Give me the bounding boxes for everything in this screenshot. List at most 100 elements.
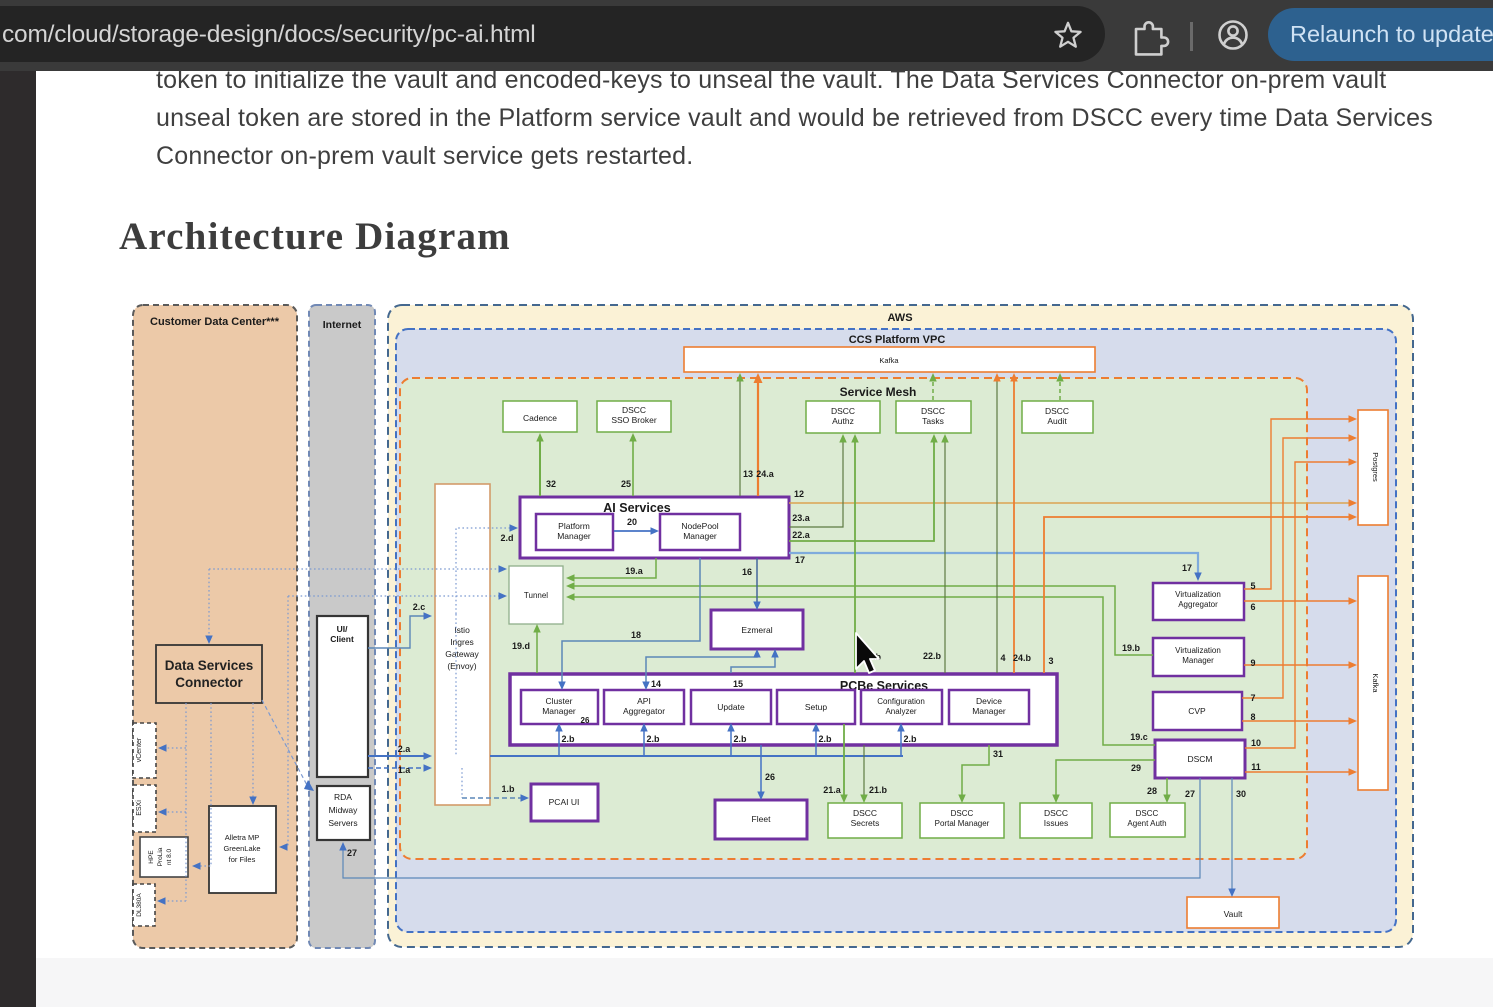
svg-text:2.c: 2.c [413,602,426,612]
svg-text:Manager: Manager [557,531,591,541]
svg-text:Midway: Midway [329,805,359,815]
svg-text:Setup: Setup [805,702,827,712]
svg-text:1.b: 1.b [501,784,515,794]
svg-text:21.b: 21.b [869,785,888,795]
svg-text:DSCC: DSCC [831,406,855,416]
svg-text:ProLia: ProLia [157,847,164,866]
svg-text:Kafka: Kafka [879,356,899,365]
svg-text:Cluster: Cluster [546,696,573,706]
svg-text:2.b: 2.b [903,734,917,744]
svg-text:DSCC: DSCC [1045,406,1069,416]
svg-text:31: 31 [993,749,1003,759]
svg-text:22.a: 22.a [792,530,811,540]
svg-text:16: 16 [742,567,752,577]
svg-text:Istio: Istio [454,625,470,635]
svg-text:Internet: Internet [323,319,362,331]
svg-text:DL380A: DL380A [136,893,143,917]
svg-text:11: 11 [1251,762,1261,772]
svg-text:1.a: 1.a [398,765,412,775]
svg-text:Ingres: Ingres [450,637,474,647]
svg-text:NodePool: NodePool [681,521,718,531]
svg-text:Audit: Audit [1047,416,1067,426]
svg-text:AWS: AWS [887,312,912,324]
svg-text:Virtualization: Virtualization [1175,590,1221,599]
svg-text:for Files: for Files [229,855,256,864]
svg-text:19.c: 19.c [1130,732,1148,742]
svg-text:17: 17 [795,555,805,565]
svg-text:DSCC: DSCC [951,809,974,818]
svg-text:Update: Update [717,702,745,712]
svg-text:(Envoy): (Envoy) [447,661,476,671]
svg-text:DSCC: DSCC [1044,808,1068,818]
svg-text:17: 17 [1182,563,1192,573]
svg-text:3: 3 [1048,656,1053,666]
svg-text:Servers: Servers [328,818,357,828]
svg-text:23.a: 23.a [792,513,811,523]
svg-text:Aggregator: Aggregator [623,706,665,716]
svg-text:2.b: 2.b [561,734,575,744]
svg-text:28: 28 [1147,786,1157,796]
svg-text:GreenLake: GreenLake [223,844,260,853]
svg-text:22.b: 22.b [923,651,942,661]
svg-text:DSCC: DSCC [853,808,877,818]
svg-text:25: 25 [621,479,631,489]
svg-text:Tasks: Tasks [922,416,944,426]
svg-text:Issues: Issues [1044,818,1069,828]
svg-text:18: 18 [631,630,641,640]
svg-text:Authz: Authz [832,416,854,426]
svg-text:Client: Client [330,634,354,644]
svg-text:Virtualization: Virtualization [1175,646,1221,655]
svg-text:Analyzer: Analyzer [885,707,916,716]
svg-text:2.a: 2.a [398,744,412,754]
svg-text:5: 5 [1250,581,1255,591]
svg-text:2.d: 2.d [500,533,513,543]
svg-text:Customer Data Center***: Customer Data Center*** [150,316,280,328]
svg-text:14: 14 [651,679,661,689]
svg-text:6: 6 [1250,602,1255,612]
svg-text:HPE: HPE [148,850,155,864]
svg-text:Connector: Connector [175,675,243,690]
svg-text:29: 29 [1131,763,1141,773]
svg-text:2.b: 2.b [646,734,660,744]
svg-text:Vault: Vault [1224,909,1243,919]
svg-text:12: 12 [794,489,804,499]
svg-text:15: 15 [733,679,743,689]
svg-text:PCAI UI: PCAI UI [549,797,580,807]
svg-text:Cadence: Cadence [523,413,557,423]
svg-text:7: 7 [1250,693,1255,703]
svg-text:8: 8 [1250,712,1255,722]
svg-text:Aggregator: Aggregator [1178,600,1218,609]
svg-text:32: 32 [546,479,556,489]
svg-text:Agent Auth: Agent Auth [1127,819,1166,828]
svg-text:Alletra MP: Alletra MP [225,833,260,842]
svg-text:DSCC: DSCC [622,405,646,415]
svg-text:Manager: Manager [683,531,717,541]
svg-text:DSCC: DSCC [921,406,945,416]
svg-text:24.a: 24.a [756,469,775,479]
svg-text:Manager: Manager [542,706,576,716]
svg-text:ESXi: ESXi [136,800,143,816]
svg-text:Secrets: Secrets [851,818,880,828]
svg-text:24.b: 24.b [1013,653,1032,663]
svg-text:13: 13 [743,469,753,479]
svg-text:Tunnel: Tunnel [524,591,548,600]
svg-text:4: 4 [1000,653,1005,663]
svg-text:Postgres: Postgres [1371,452,1380,482]
svg-text:vCenter: vCenter [136,737,143,762]
svg-text:Ezmeral: Ezmeral [741,625,772,635]
svg-text:API: API [637,696,651,706]
svg-text:2.b: 2.b [818,734,832,744]
svg-text:Platform: Platform [558,521,590,531]
svg-text:Kafka: Kafka [1371,673,1380,693]
svg-text:Service Mesh: Service Mesh [840,385,917,399]
svg-text:10: 10 [1251,738,1261,748]
svg-text:nt 8.0: nt 8.0 [166,848,173,865]
svg-text:19.b: 19.b [1122,643,1141,653]
svg-text:UI/: UI/ [337,624,349,634]
svg-text:21.a: 21.a [823,785,842,795]
svg-text:CVP: CVP [1188,706,1206,716]
svg-text:19.a: 19.a [625,566,644,576]
svg-text:26: 26 [765,772,775,782]
svg-text:2.b: 2.b [733,734,747,744]
svg-text:26: 26 [581,716,590,725]
